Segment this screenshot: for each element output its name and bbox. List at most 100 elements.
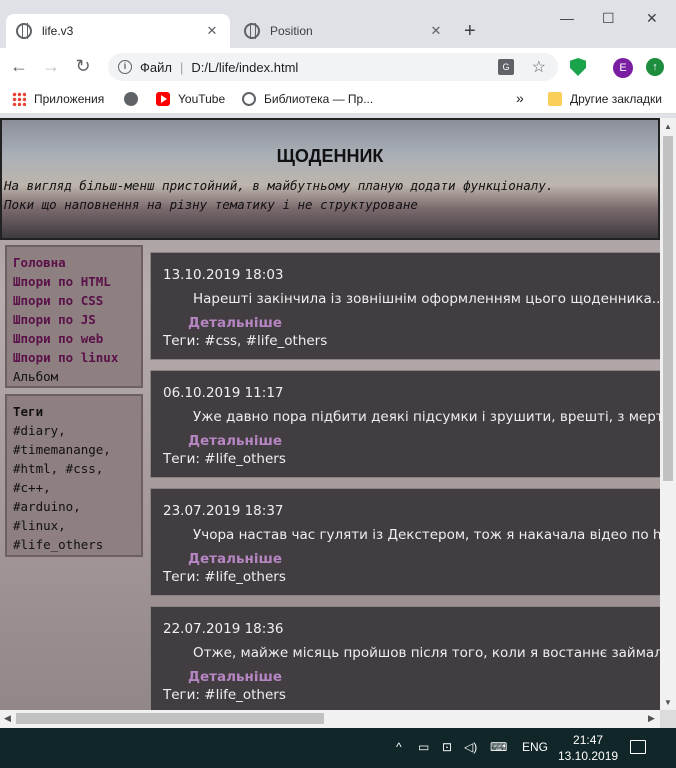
- language-indicator[interactable]: ENG: [522, 740, 548, 754]
- post-excerpt: Нарешті закінчила із зовнішнім оформленн…: [193, 291, 660, 307]
- youtube-icon: [156, 92, 170, 106]
- post-date: 06.10.2019 11:17: [163, 385, 284, 401]
- other-bookmarks[interactable]: Другие закладки: [548, 92, 662, 106]
- new-tab-button[interactable]: +: [464, 20, 476, 43]
- folder-icon: [548, 92, 562, 106]
- scroll-down-icon[interactable]: ▼: [664, 698, 672, 707]
- clock[interactable]: 21:47 13.10.2019: [558, 732, 618, 764]
- taskbar: ^ ▭ ⊡ ◁) ⌨ ENG 21:47 13.10.2019: [0, 728, 676, 768]
- horizontal-scrollbar[interactable]: ◀ ▶: [0, 710, 660, 728]
- nav-item-album: Альбом: [13, 369, 59, 384]
- tags-title: Теги: [13, 404, 44, 419]
- browser-toolbar: ← → ↻ i Файл | D:/L/life/index.html G ☆ …: [0, 48, 676, 86]
- read-more-link[interactable]: Детальніше: [188, 551, 282, 567]
- read-more-link[interactable]: Детальніше: [188, 669, 282, 685]
- shield-extension-icon[interactable]: [570, 58, 586, 76]
- notification-icon[interactable]: [630, 740, 646, 754]
- tag-line: #html, #css,: [13, 461, 104, 476]
- read-more-link[interactable]: Детальніше: [188, 315, 282, 331]
- post-excerpt: Учора настав час гуляти із Декстером, то…: [193, 527, 660, 543]
- globe-icon: [244, 23, 260, 39]
- update-icon[interactable]: ↑: [646, 58, 664, 76]
- scheme-label: Файл: [140, 59, 172, 75]
- close-icon[interactable]: ✕: [428, 23, 444, 39]
- post-date: 22.07.2019 18:36: [163, 621, 284, 637]
- scroll-left-icon[interactable]: ◀: [4, 713, 11, 724]
- minimize-icon[interactable]: —: [560, 10, 574, 26]
- tag-line: #linux,: [13, 518, 66, 533]
- vertical-scrollbar[interactable]: ▲ ▼: [660, 118, 676, 710]
- star-icon[interactable]: ☆: [532, 57, 546, 77]
- post-card: 13.10.2019 18:03 Нарешті закінчила із зо…: [150, 252, 660, 360]
- bookmark-label: Приложения: [34, 92, 105, 106]
- nav-item-linux[interactable]: Шпори по linux: [13, 348, 135, 367]
- bookmarks-overflow-button[interactable]: »: [516, 90, 524, 106]
- close-window-icon[interactable]: ✕: [646, 10, 658, 27]
- tab-position[interactable]: Position ✕: [234, 14, 454, 48]
- tag-line: #diary,: [13, 423, 66, 438]
- post-date: 23.07.2019 18:37: [163, 503, 284, 519]
- maximize-icon[interactable]: ☐: [602, 10, 615, 27]
- post-tags: Теги: #life_others: [163, 451, 286, 467]
- nav-item-js[interactable]: Шпори по JS: [13, 310, 135, 329]
- browser-window: life.v3 ✕ Position ✕ + — ☐ ✕ ← → ↻ i Фай…: [0, 0, 676, 728]
- tag-line: #life_others: [13, 537, 104, 552]
- bookmark-globe[interactable]: [124, 92, 146, 106]
- read-more-link[interactable]: Детальніше: [188, 433, 282, 449]
- nav-item-home[interactable]: Головна: [13, 253, 135, 272]
- bookmarks-bar: Приложения YouTube Библиотека — Пр... » …: [0, 86, 676, 114]
- tab-title: Position: [270, 24, 313, 38]
- bookmark-label: Библиотека — Пр...: [264, 92, 374, 106]
- forward-icon[interactable]: →: [40, 56, 62, 77]
- post-tags: Теги: #life_others: [163, 569, 286, 585]
- profile-avatar[interactable]: E: [613, 58, 633, 78]
- tag-line: #arduino,: [13, 499, 81, 514]
- network-icon[interactable]: ⊡: [442, 740, 452, 754]
- back-icon[interactable]: ←: [8, 56, 30, 77]
- tab-life[interactable]: life.v3 ✕: [6, 14, 230, 48]
- vertical-scroll-thumb[interactable]: [663, 136, 673, 481]
- page-title: ЩОДЕННИК: [276, 146, 384, 166]
- description-line: Поки що наповнення на різну тематику і н…: [4, 197, 418, 212]
- post-tags: Теги: #css, #life_others: [163, 333, 328, 349]
- apps-icon: [12, 92, 26, 106]
- battery-icon[interactable]: ▭: [418, 740, 429, 754]
- reload-icon[interactable]: ↻: [72, 56, 94, 77]
- globe-icon: [16, 23, 32, 39]
- tab-title: life.v3: [42, 24, 74, 38]
- info-icon[interactable]: i: [118, 60, 132, 74]
- clock-date: 13.10.2019: [558, 749, 619, 763]
- bookmark-label: YouTube: [178, 92, 226, 106]
- translate-icon[interactable]: G: [498, 59, 514, 75]
- post-excerpt: Уже давно пора підбити деякі підсумки і …: [193, 409, 660, 425]
- scroll-right-icon[interactable]: ▶: [648, 713, 655, 724]
- post-tags: Теги: #life_others: [163, 687, 286, 703]
- nav-item-html[interactable]: Шпори по HTML: [13, 272, 135, 291]
- page-description: На вигляд більш-менш пристойний, в майбу…: [4, 176, 553, 214]
- separator: |: [179, 59, 184, 75]
- scrollbar-corner: [660, 710, 676, 728]
- tag-line: #c++,: [13, 480, 51, 495]
- post-excerpt: Отже, майже місяць пройшов після того, к…: [193, 645, 660, 661]
- tag-line: #timemanange,: [13, 442, 111, 457]
- tags-panel: Теги #diary, #timemanange, #html, #css, …: [5, 394, 143, 557]
- horizontal-scroll-thumb[interactable]: [16, 713, 324, 724]
- clock-time: 21:47: [573, 733, 604, 747]
- bookmark-youtube[interactable]: YouTube: [156, 92, 225, 106]
- chevron-up-icon[interactable]: ^: [396, 740, 402, 754]
- library-icon: [242, 92, 256, 106]
- nav-item-web[interactable]: Шпори по web: [13, 329, 135, 348]
- nav-item-css[interactable]: Шпори по CSS: [13, 291, 135, 310]
- bookmark-apps[interactable]: Приложения: [12, 92, 104, 106]
- globe-icon: [124, 92, 138, 106]
- scroll-up-icon[interactable]: ▲: [664, 122, 672, 131]
- nav-menu: Головна Шпори по HTML Шпори по CSS Шпори…: [5, 245, 143, 388]
- keyboard-icon[interactable]: ⌨: [490, 740, 507, 754]
- tab-strip: life.v3 ✕ Position ✕ + — ☐ ✕: [0, 0, 676, 48]
- address-bar[interactable]: i Файл | D:/L/life/index.html G ☆: [108, 53, 558, 81]
- post-card: 23.07.2019 18:37 Учора настав час гуляти…: [150, 488, 660, 596]
- bookmark-library[interactable]: Библиотека — Пр...: [242, 92, 373, 106]
- volume-icon[interactable]: ◁): [464, 740, 477, 754]
- post-card: 22.07.2019 18:36 Отже, майже місяць прой…: [150, 606, 660, 710]
- close-icon[interactable]: ✕: [204, 23, 220, 39]
